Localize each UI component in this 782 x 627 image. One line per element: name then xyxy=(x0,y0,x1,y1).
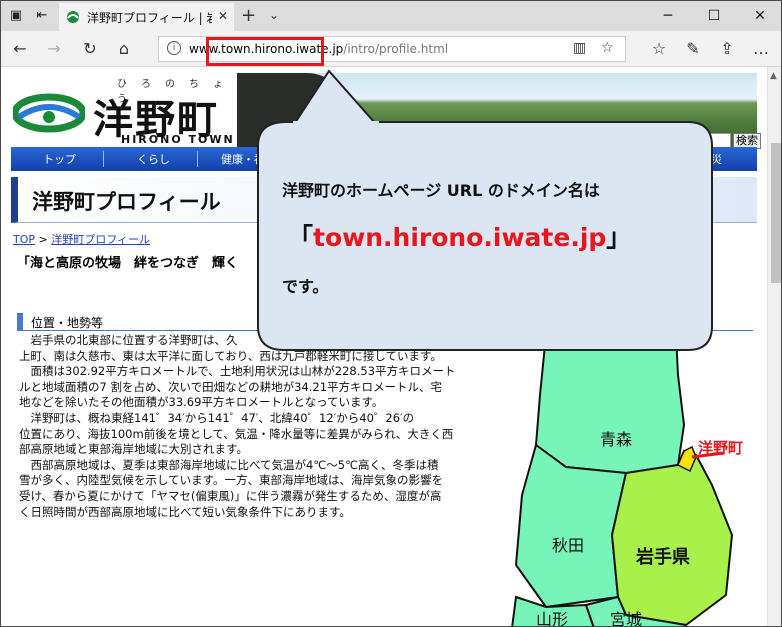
map-label-miyagi: 宮城 xyxy=(610,611,642,627)
set-aside-tabs-icon[interactable]: ⇤ xyxy=(33,7,51,25)
callout-domain-text: 「town.hirono.iwate.jp」 xyxy=(288,218,631,254)
map-aomori xyxy=(534,335,686,475)
vertical-scrollbar[interactable]: ▲ xyxy=(767,67,781,626)
forward-arrow-icon[interactable]: → xyxy=(43,38,65,60)
paragraph-line: 西部高原地域は、夏季は東部海岸地域に比べて気温が4℃～5℃高く、冬季は積 xyxy=(30,457,439,472)
close-window-icon[interactable]: ✕ xyxy=(737,3,781,29)
paragraph-line: 面積は302.92平方キロメートルで、土地利用状況は山林が228.53平方キロメ… xyxy=(30,364,456,379)
scroll-up-icon[interactable]: ▲ xyxy=(770,71,777,81)
profile-text: 岩手県の北東部に位置する洋野町は、久 上町、南は久慈市、東は太平洋に面しており、… xyxy=(19,333,503,520)
callout-open-bracket: 「 xyxy=(288,223,314,252)
callout-close-bracket: 」 xyxy=(606,223,632,252)
share-icon[interactable]: ⇪ xyxy=(716,38,738,60)
menu-item-top[interactable]: トップ xyxy=(43,151,76,167)
pen-icon[interactable]: ✎ xyxy=(682,38,704,60)
back-arrow-icon[interactable]: ← xyxy=(9,38,31,60)
paragraph-line: く日照時間が西部高原地域に比べて短い気象条件下にあります。 xyxy=(19,504,351,519)
paragraph-line: 位置にあり、海抜100m前後を境として、気温・降水量等に差異がみられ、大きく西 xyxy=(19,426,454,441)
location-map: 青森 秋田 岩手県 山形 宮城 洋野町 xyxy=(511,335,743,627)
favorites-list-icon[interactable]: ☆ xyxy=(648,38,670,60)
callout-line-3: です。 xyxy=(282,277,329,296)
map-iwate xyxy=(610,449,734,626)
url-highlight-box xyxy=(206,37,324,66)
site-logo[interactable]: ひろのちょう 洋野町 HIRONO TOWN xyxy=(11,73,237,147)
browser-window: ▣ ⇤ 洋野町プロフィール | 岩手県 ✕ + ⌄ ─ ☐ ✕ ← → ↻ ⌂ … xyxy=(0,0,782,627)
refresh-icon[interactable]: ↻ xyxy=(79,38,101,60)
callout-line-1: 洋野町のホームページ URL のドメイン名は xyxy=(282,181,600,200)
paragraph-line: 受け、春から夏にかけて「ヤマセ(偏東風)」に伴う濃霧が発生するため、湿度が高 xyxy=(19,488,442,503)
town-emblem-icon xyxy=(13,93,85,133)
paragraph-line: 洋野町は、概ね東経141゜34′から141゜47′、北緯40゜12′から40゜2… xyxy=(30,410,415,425)
url-path: /intro/profile.html xyxy=(343,42,449,56)
map-label-hirono: 洋野町 xyxy=(698,439,743,457)
tab-manager-icon[interactable]: ▣ xyxy=(7,7,25,25)
menu-divider xyxy=(103,151,104,167)
breadcrumb-separator: > xyxy=(38,233,48,246)
navigation-bar: ← → ↻ ⌂ i www.town.hirono.iwate.jp/intro… xyxy=(1,31,781,67)
maximize-icon[interactable]: ☐ xyxy=(691,3,737,29)
breadcrumb: TOP > 洋野町プロフィール xyxy=(13,231,150,247)
lead-slogan: 「海と高原の牧場 絆をつなぎ 輝く xyxy=(17,256,239,271)
map-label-akita: 秋田 xyxy=(552,537,584,555)
breadcrumb-top-link[interactable]: TOP xyxy=(13,233,35,246)
map-label-aomori: 青森 xyxy=(600,431,632,449)
paragraph-line: ルと地域面積の7 割を占め、次いで田畑などの耕地が34.21平方キロメートル、宅 xyxy=(19,379,443,394)
paragraph-line: 地などを除いたその他面積が33.69平方キロメートルとなっています。 xyxy=(19,395,384,410)
new-tab-icon[interactable]: + xyxy=(241,5,256,26)
site-favicon-icon xyxy=(67,11,79,23)
section-heading-text: 位置・地勢等 xyxy=(31,316,104,330)
chevron-down-icon[interactable]: ⌄ xyxy=(269,8,279,22)
logo-english: HIRONO TOWN xyxy=(121,133,235,146)
menu-divider xyxy=(197,151,198,167)
minimize-icon[interactable]: ─ xyxy=(645,3,691,29)
scroll-thumb[interactable] xyxy=(771,143,781,283)
reading-view-icon[interactable]: ▥ xyxy=(573,40,586,56)
tab-bar: ▣ ⇤ 洋野町プロフィール | 岩手県 ✕ + ⌄ ─ ☐ ✕ xyxy=(1,1,781,31)
more-icon[interactable]: … xyxy=(750,38,772,60)
home-icon[interactable]: ⌂ xyxy=(113,38,135,60)
paragraph-line: 部高原地域と東部海岸地域に大別されます。 xyxy=(19,442,248,457)
site-info-icon[interactable]: i xyxy=(167,41,181,55)
map-label-iwate: 岩手県 xyxy=(635,546,690,567)
callout-domain: town.hirono.iwate.jp xyxy=(313,223,607,252)
tab-active[interactable]: 洋野町プロフィール | 岩手県 ✕ xyxy=(59,3,234,31)
menu-item-living[interactable]: くらし xyxy=(137,151,170,167)
paragraph-line: 雪が多く、内陸型気候を示しています。一方、東部海岸地域は、海岸気象の影響を xyxy=(19,473,444,488)
close-tab-icon[interactable]: ✕ xyxy=(218,9,228,23)
map-label-yamagata: 山形 xyxy=(536,611,568,627)
favorite-star-icon[interactable]: ☆ xyxy=(601,40,614,56)
page-title: 洋野町プロフィール xyxy=(32,190,221,214)
breadcrumb-current-link[interactable]: 洋野町プロフィール xyxy=(51,233,150,246)
tab-title: 洋野町プロフィール | 岩手県 xyxy=(87,11,212,25)
callout-pointer xyxy=(293,69,379,125)
